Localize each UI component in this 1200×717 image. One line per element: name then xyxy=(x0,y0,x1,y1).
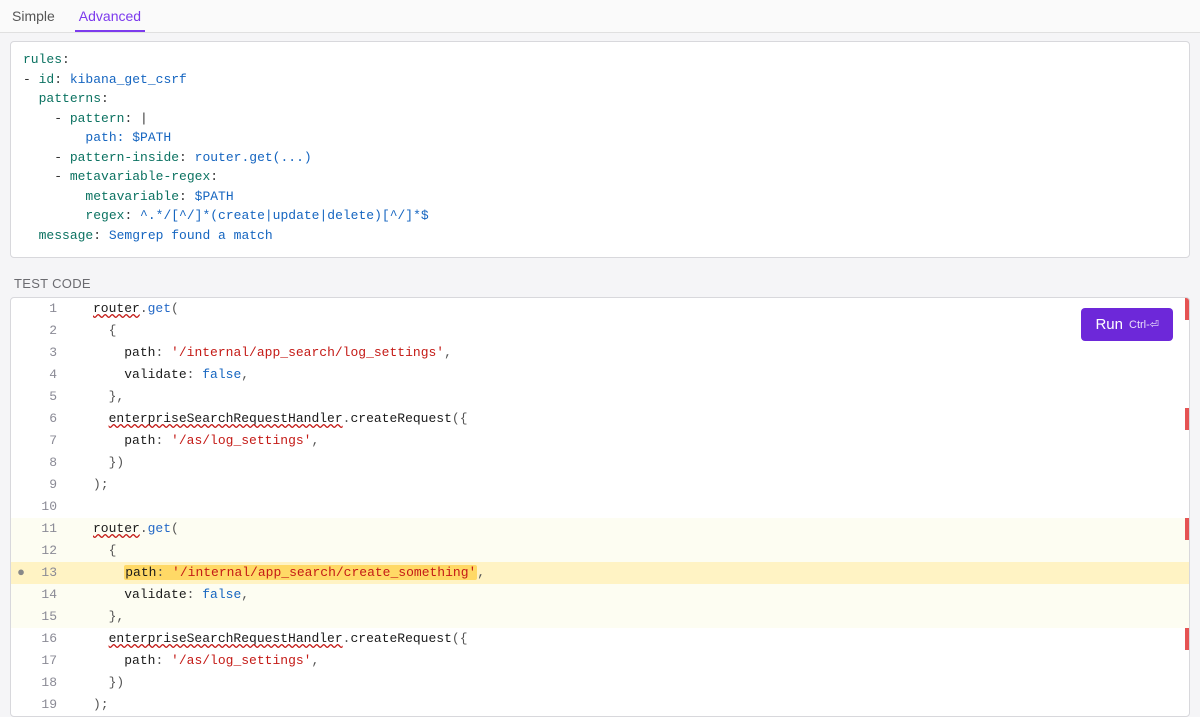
breakpoint-marker[interactable]: ● xyxy=(11,562,31,584)
rules-editor[interactable]: rules: - id: kibana_get_csrf patterns: -… xyxy=(10,41,1190,258)
test-code-editor[interactable]: Run Ctrl-⏎ 1router.get( 2 { 3 path: '/in… xyxy=(10,297,1190,717)
tab-simple[interactable]: Simple xyxy=(8,0,59,32)
tab-advanced[interactable]: Advanced xyxy=(75,0,145,32)
mode-tabs: Simple Advanced xyxy=(0,0,1200,33)
test-code-label: TEST CODE xyxy=(14,276,1186,291)
